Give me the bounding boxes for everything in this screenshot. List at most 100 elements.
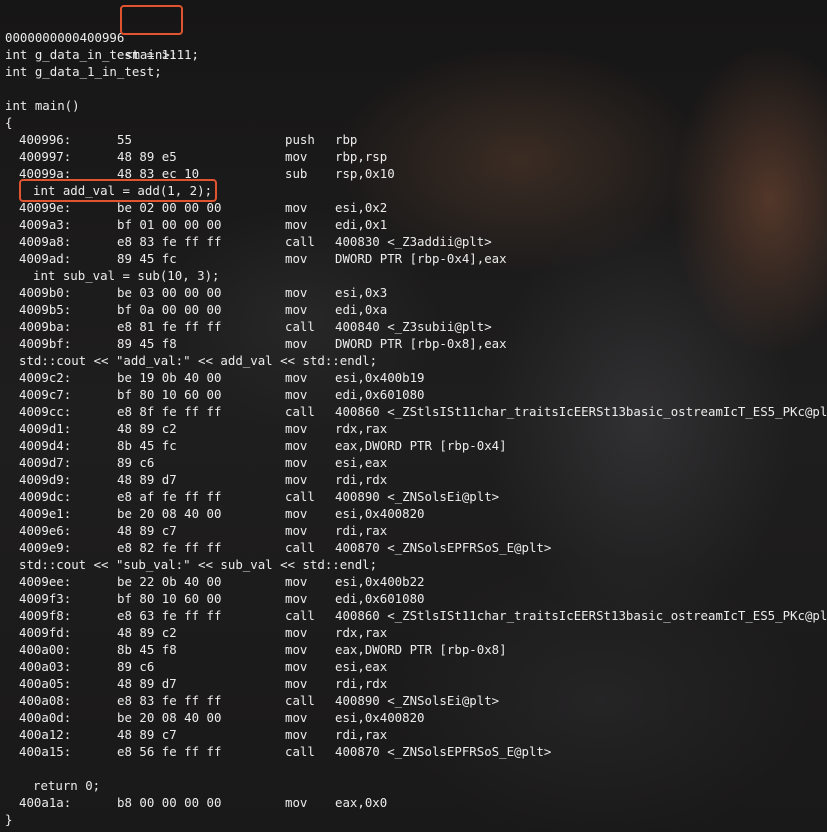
source-text: int sub_val = sub(10, 3);	[33, 268, 220, 283]
disassembly-row: 40099a: 48 83 ec 10 sub rsp,0x10	[0, 165, 827, 182]
instruction-mnemonic: mov	[285, 421, 308, 436]
instruction-operands: 400890 <_ZNSolsEi@plt>	[335, 693, 500, 708]
instruction-bytes: 48 89 c2	[117, 421, 177, 436]
instruction-mnemonic: call	[285, 744, 315, 759]
instruction-bytes: 48 83 ec 10	[117, 166, 200, 181]
instruction-address: 4009a8:	[19, 234, 72, 249]
disassembly-row: 400a05: 48 89 d7 mov rdi,rdx	[0, 675, 827, 692]
function-header-line: 0000000000400996 <main>:	[0, 5, 827, 62]
instruction-operands: 400860 <_ZStlsISt11char_traitsIcEERSt13b…	[335, 404, 827, 419]
instruction-bytes: 48 89 c7	[117, 523, 177, 538]
instruction-bytes: e8 63 fe ff ff	[117, 608, 222, 623]
instruction-address: 400a1a:	[19, 795, 72, 810]
source-text: {	[5, 115, 13, 130]
instruction-mnemonic: mov	[285, 642, 308, 657]
instruction-mnemonic: mov	[285, 591, 308, 606]
source-text: int main()	[5, 98, 80, 113]
instruction-bytes: e8 83 fe ff ff	[117, 234, 222, 249]
source-line: int main()	[0, 97, 827, 114]
instruction-bytes: 48 89 d7	[117, 472, 177, 487]
instruction-bytes: bf 01 00 00 00	[117, 217, 222, 232]
instruction-operands: 400830 <_Z3addii@plt>	[335, 234, 492, 249]
disassembly-row: 4009d7: 89 c6 mov esi,eax	[0, 454, 827, 471]
instruction-address: 4009bf:	[19, 336, 72, 351]
instruction-operands: 400840 <_Z3subii@plt>	[335, 319, 492, 334]
disassembly-row: 4009b0: be 03 00 00 00 mov esi,0x3	[0, 284, 827, 301]
disassembly-row: 4009f8: e8 63 fe ff ff call 400860 <_ZStlsI…	[0, 607, 827, 624]
instruction-address: 4009ad:	[19, 251, 72, 266]
disassembly-row: 400a1a: b8 00 00 00 00 mov eax,0x0	[0, 794, 827, 811]
instruction-mnemonic: mov	[285, 370, 308, 385]
source-line: }	[0, 811, 827, 828]
instruction-mnemonic: call	[285, 608, 315, 623]
instruction-bytes: e8 af fe ff ff	[117, 489, 222, 504]
instruction-address: 400a0d:	[19, 710, 72, 725]
instruction-bytes: be 03 00 00 00	[117, 285, 222, 300]
instruction-mnemonic: mov	[285, 217, 308, 232]
instruction-mnemonic: mov	[285, 574, 308, 589]
disassembly-row: 4009c2: be 19 0b 40 00 mov esi,0x400b19	[0, 369, 827, 386]
disassembly-row: 400a0d: be 20 08 40 00 mov esi,0x400820	[0, 709, 827, 726]
disassembly-row: 4009d9: 48 89 d7 mov rdi,rdx	[0, 471, 827, 488]
disassembly-row: 4009a8: e8 83 fe ff ff call 400830 <_Z3addi…	[0, 233, 827, 250]
instruction-mnemonic: mov	[285, 455, 308, 470]
instruction-operands: 400890 <_ZNSolsEi@plt>	[335, 489, 500, 504]
instruction-operands: edi,0x1	[335, 217, 388, 232]
source-text: int add_val = add(1, 2);	[33, 183, 213, 198]
source-line: std::cout << "add_val:" << add_val << st…	[0, 352, 827, 369]
disassembly-row: 4009ee: be 22 0b 40 00 mov esi,0x400b22	[0, 573, 827, 590]
instruction-operands: esi,0x400820	[335, 710, 425, 725]
instruction-bytes: 89 c6	[117, 659, 155, 674]
instruction-address: 4009f3:	[19, 591, 72, 606]
instruction-operands: edi,0x601080	[335, 387, 425, 402]
instruction-address: 4009d7:	[19, 455, 72, 470]
disassembly-row: 4009ad: 89 45 fc mov DWORD PTR [rbp-0x4],ea…	[0, 250, 827, 267]
source-line: int sub_val = sub(10, 3);	[0, 267, 827, 284]
instruction-address: 400a03:	[19, 659, 72, 674]
instruction-address: 4009a3:	[19, 217, 72, 232]
instruction-operands: edi,0x601080	[335, 591, 425, 606]
instruction-bytes: e8 81 fe ff ff	[117, 319, 222, 334]
instruction-operands: esi,0x400820	[335, 506, 425, 521]
instruction-operands: rbp	[335, 132, 358, 147]
instruction-operands: esi,0x3	[335, 285, 388, 300]
instruction-address: 4009e9:	[19, 540, 72, 555]
instruction-bytes: bf 80 10 60 00	[117, 591, 222, 606]
disassembly-row: 4009fd: 48 89 c2 mov rdx,rax	[0, 624, 827, 641]
instruction-operands: 400860 <_ZStlsISt11char_traitsIcEERSt13b…	[335, 608, 827, 623]
instruction-operands: rdi,rdx	[335, 472, 388, 487]
instruction-bytes: be 22 0b 40 00	[117, 574, 222, 589]
instruction-operands: rdi,rax	[335, 523, 388, 538]
source-line: std::cout << "sub_val:" << sub_val << st…	[0, 556, 827, 573]
instruction-mnemonic: mov	[285, 523, 308, 538]
instruction-operands: edi,0xa	[335, 302, 388, 317]
instruction-address: 4009e6:	[19, 523, 72, 538]
instruction-bytes: 8b 45 fc	[117, 438, 177, 453]
instruction-mnemonic: mov	[285, 251, 308, 266]
instruction-mnemonic: push	[285, 132, 315, 147]
instruction-operands: eax,0x0	[335, 795, 388, 810]
source-line: int add_val = add(1, 2);	[0, 179, 827, 202]
instruction-bytes: be 20 08 40 00	[117, 506, 222, 521]
instruction-address: 4009f8:	[19, 608, 72, 623]
instruction-operands: esi,0x400b22	[335, 574, 425, 589]
instruction-address: 4009d4:	[19, 438, 72, 453]
instruction-operands: rsp,0x10	[335, 166, 395, 181]
instruction-bytes: e8 56 fe ff ff	[117, 744, 222, 759]
instruction-mnemonic: mov	[285, 727, 308, 742]
instruction-address: 400a12:	[19, 727, 72, 742]
disassembly-row: 400a12: 48 89 c7 mov rdi,rax	[0, 726, 827, 743]
instruction-address: 400997:	[19, 149, 72, 164]
disassembly-row: 4009e6: 48 89 c7 mov rdi,rax	[0, 522, 827, 539]
instruction-address: 4009b5:	[19, 302, 72, 317]
instruction-address: 400a00:	[19, 642, 72, 657]
disassembly-row: 4009bf: 89 45 f8 mov DWORD PTR [rbp-0x8],ea…	[0, 335, 827, 352]
instruction-address: 4009dc:	[19, 489, 72, 504]
instruction-address: 40099e:	[19, 200, 72, 215]
disassembly-row: 400996: 55 push rbp	[0, 131, 827, 148]
disassembly-row: 400a00: 8b 45 f8 mov eax,DWORD PTR [rbp-0x8…	[0, 641, 827, 658]
source-text: int g_data_1_in_test;	[5, 64, 162, 79]
instruction-operands: DWORD PTR [rbp-0x4],eax	[335, 251, 507, 266]
instruction-bytes: 89 c6	[117, 455, 155, 470]
disassembly-listing: 0000000000400996 <main>: int g_data_in_t…	[0, 5, 827, 828]
